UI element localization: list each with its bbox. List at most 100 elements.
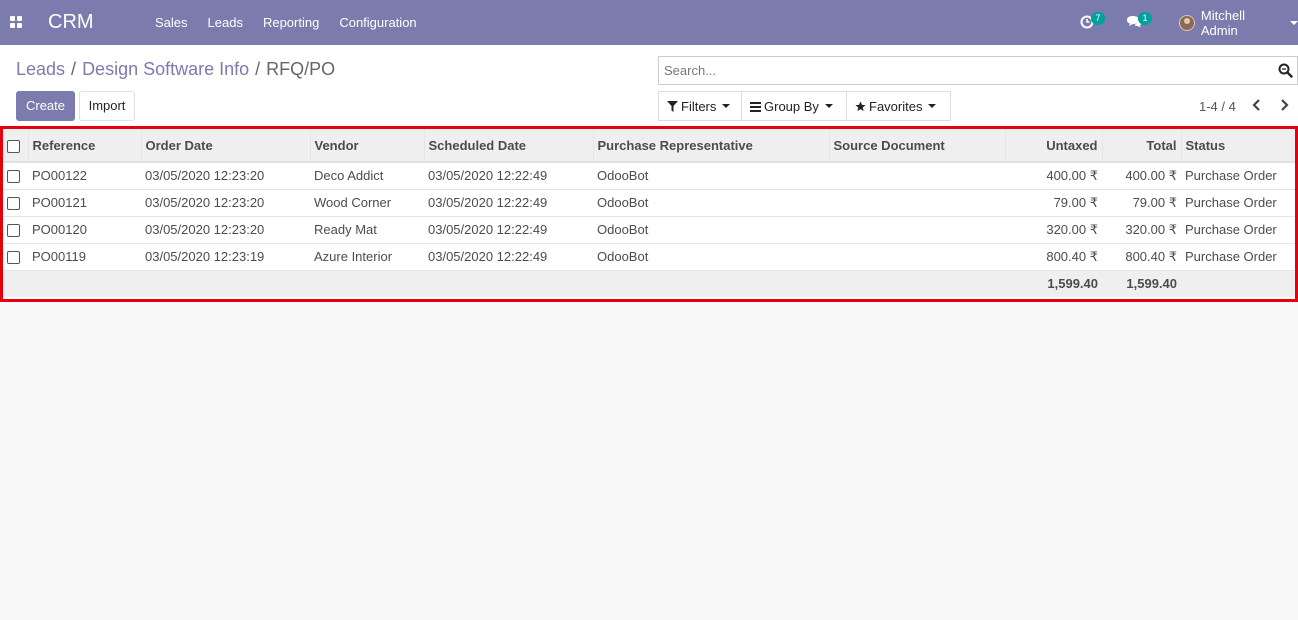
import-button[interactable]: Import — [79, 91, 135, 121]
breadcrumb-separator: / — [255, 59, 261, 79]
caret-down-icon — [928, 104, 937, 108]
filters-label: Filters — [681, 98, 717, 114]
breadcrumb-lead[interactable]: Design Software Info — [82, 59, 249, 79]
cell-vendor: Ready Mat — [314, 222, 377, 237]
cell-purchase-representative: OdooBot — [597, 249, 649, 264]
caret-down-icon — [824, 104, 833, 108]
column-status[interactable]: Status — [1181, 129, 1295, 163]
control-panel: Leads / Design Software Info / RFQ/PO Create… — [0, 45, 1298, 126]
cell-reference: PO00119 — [32, 249, 86, 264]
cell-scheduled-date: 03/05/2020 12:22:49 — [428, 195, 548, 210]
cell-source-document — [829, 216, 1005, 243]
row-checkbox[interactable] — [7, 251, 20, 265]
cell-untaxed: 320.00 ₹ — [1046, 221, 1098, 237]
table-row[interactable]: PO00121 03/05/2020 12:23:20 Wood Corner … — [3, 189, 1295, 216]
column-source-document[interactable]: Source Document — [829, 129, 1006, 163]
row-checkbox[interactable] — [7, 197, 20, 211]
cell-reference: PO00122 — [32, 168, 87, 184]
chevron-right-icon[interactable] — [1277, 97, 1291, 113]
column-reference[interactable]: Reference — [28, 129, 142, 163]
top-navbar: CRM Sales Leads Reporting Configuration … — [0, 0, 1298, 45]
cell-status: Purchase Order — [1185, 168, 1277, 184]
cell-scheduled-date: 03/05/2020 12:22:49 — [428, 249, 548, 264]
chevron-down-icon — [1290, 20, 1298, 25]
group-by-button[interactable]: Group By — [741, 91, 847, 121]
cell-total: 400.00 ₹ — [1125, 167, 1177, 183]
column-total[interactable]: Total — [1102, 129, 1182, 163]
cell-source-document — [829, 243, 1005, 270]
cell-scheduled-date: 03/05/2020 12:22:49 — [428, 168, 548, 184]
cell-order-date: 03/05/2020 12:23:20 — [145, 222, 265, 237]
cell-scheduled-date: 03/05/2020 12:22:49 — [428, 222, 548, 237]
pager-value[interactable]: 1-4 / 4 — [1199, 99, 1236, 114]
breadcrumb: Leads / Design Software Info / RFQ/PO — [16, 59, 335, 80]
table-header: Reference Order Date Vendor Scheduled Da… — [3, 129, 1295, 163]
row-select-cell — [3, 216, 28, 243]
main-menu: Sales Leads Reporting Configuration — [145, 0, 427, 45]
total-untaxed: 1,599.40 — [1047, 276, 1098, 292]
select-all-checkbox[interactable] — [7, 139, 20, 153]
cell-vendor: Azure Interior — [314, 249, 393, 264]
cell-total: 800.40 ₹ — [1125, 248, 1177, 264]
app-title: CRM — [48, 11, 94, 33]
cell-source-document — [829, 162, 1005, 189]
row-select-cell — [3, 189, 28, 216]
cell-status: Purchase Order — [1185, 222, 1277, 237]
menu-sales[interactable]: Sales — [145, 0, 198, 45]
cell-order-date: 03/05/2020 12:23:19 — [145, 249, 265, 264]
table-row[interactable]: PO00120 03/05/2020 12:23:20 Ready Mat 03… — [3, 216, 1295, 243]
row-select-cell — [3, 162, 28, 189]
activities-button[interactable]: 7 — [1078, 0, 1108, 45]
filters-button[interactable]: Filters — [658, 91, 742, 121]
favorites-button[interactable]: Favorites — [846, 91, 951, 121]
column-order-date[interactable]: Order Date — [141, 129, 311, 163]
cell-reference: PO00120 — [32, 222, 87, 237]
total-total: 1,599.40 — [1126, 276, 1177, 292]
cell-untaxed: 400.00 ₹ — [1046, 167, 1098, 183]
cell-order-date: 03/05/2020 12:23:20 — [145, 195, 265, 210]
row-checkbox[interactable] — [7, 224, 20, 238]
menu-configuration[interactable]: Configuration — [329, 0, 426, 45]
column-scheduled-date[interactable]: Scheduled Date — [424, 129, 594, 163]
list-table: Reference Order Date Vendor Scheduled Da… — [3, 129, 1295, 297]
cell-source-document — [829, 189, 1005, 216]
column-vendor[interactable]: Vendor — [310, 129, 425, 163]
breadcrumb-leads[interactable]: Leads — [16, 59, 65, 79]
user-menu[interactable]: Mitchell Admin — [1179, 0, 1298, 45]
cell-purchase-representative: OdooBot — [597, 168, 649, 184]
message-count-badge: 1 — [1138, 12, 1152, 25]
cell-untaxed: 79.00 ₹ — [1053, 194, 1098, 210]
cell-untaxed: 800.40 ₹ — [1046, 248, 1098, 264]
row-select-cell — [3, 243, 28, 270]
table-row[interactable]: PO00122 03/05/2020 12:23:20 Deco Addict … — [3, 162, 1295, 189]
apps-menu-icon[interactable] — [10, 16, 22, 28]
cell-reference: PO00121 — [32, 195, 87, 210]
caret-down-icon — [722, 104, 731, 108]
messages-button[interactable]: 1 — [1124, 0, 1156, 45]
user-name: Mitchell Admin — [1200, 7, 1245, 38]
chevron-left-icon[interactable] — [1250, 97, 1264, 113]
cell-order-date: 03/05/2020 12:23:20 — [145, 168, 265, 184]
select-all-cell — [3, 129, 29, 163]
menu-leads[interactable]: Leads — [198, 0, 253, 45]
search-input[interactable] — [659, 57, 1259, 84]
cell-status: Purchase Order — [1185, 195, 1277, 210]
star-icon — [855, 100, 866, 111]
avatar — [1179, 14, 1195, 31]
row-checkbox[interactable] — [7, 170, 20, 184]
table-row[interactable]: PO00119 03/05/2020 12:23:19 Azure Interi… — [3, 243, 1295, 270]
cell-total: 320.00 ₹ — [1125, 221, 1177, 237]
filter-icon — [667, 100, 678, 112]
column-purchase-representative[interactable]: Purchase Representative — [593, 129, 830, 163]
cell-total: 79.00 ₹ — [1132, 194, 1177, 210]
list-icon — [750, 101, 761, 112]
cell-purchase-representative: OdooBot — [597, 195, 649, 210]
purchase-order-list: Reference Order Date Vendor Scheduled Da… — [0, 126, 1298, 302]
create-button[interactable]: Create — [16, 91, 75, 121]
breadcrumb-current: RFQ/PO — [266, 59, 336, 79]
column-untaxed[interactable]: Untaxed — [1005, 129, 1103, 163]
search-icon[interactable] — [1278, 63, 1293, 78]
group-by-label: Group By — [764, 98, 819, 114]
menu-reporting[interactable]: Reporting — [253, 0, 329, 45]
search-bar — [658, 56, 1298, 85]
